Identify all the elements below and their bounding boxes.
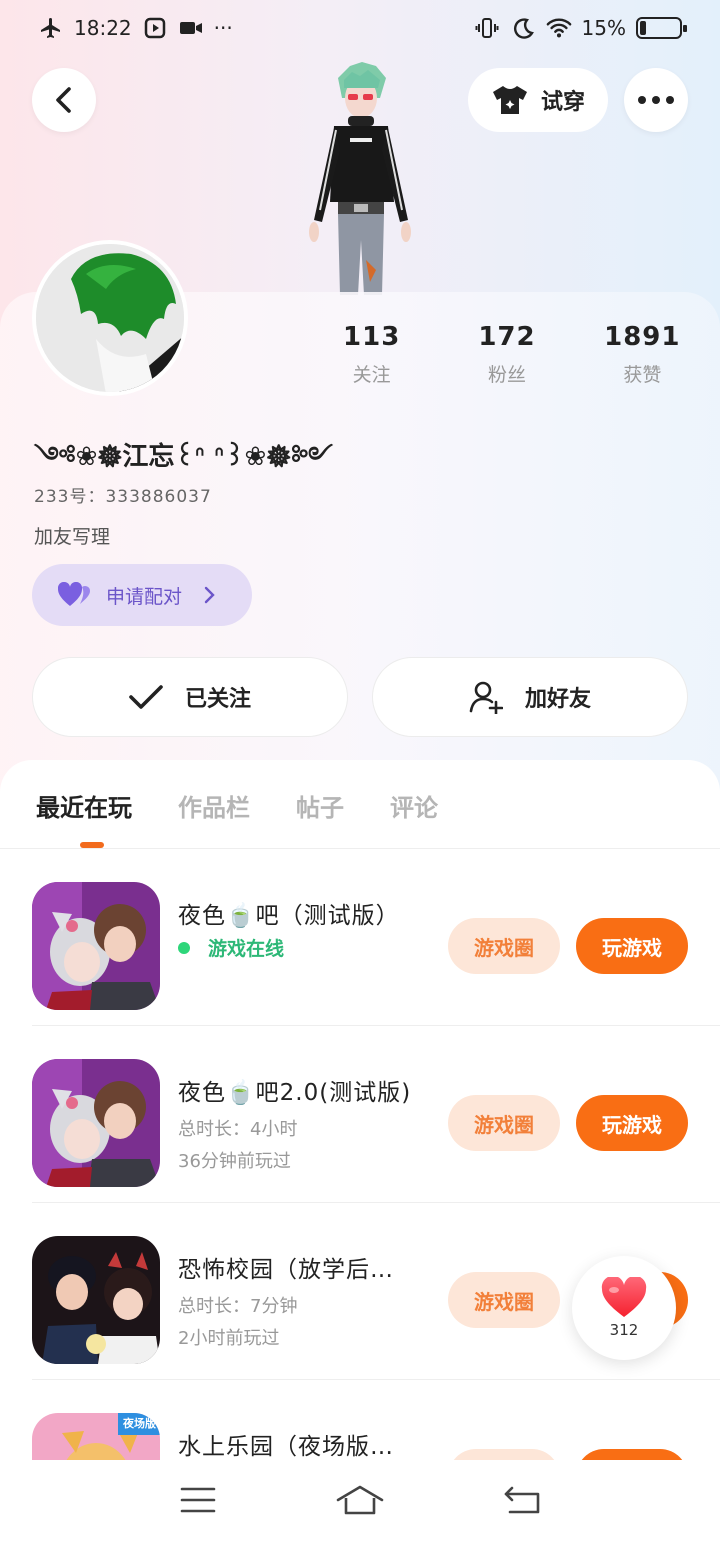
more-button[interactable] (624, 68, 688, 132)
back-button[interactable] (32, 68, 96, 132)
online-label: 游戏在线 (208, 938, 285, 960)
avatar-3d-figure (300, 60, 420, 295)
add-friend-button[interactable]: 加好友 (372, 657, 688, 737)
content-panel: 最近在玩 作品栏 帖子 评论 夜色🍵吧（测试版） 游戏在线 游戏圈 玩游戏 夜色… (0, 760, 720, 1544)
do-not-disturb-moon-icon (510, 16, 536, 40)
tab-comments[interactable]: 评论 (390, 788, 438, 823)
back-arrow-icon (56, 87, 71, 113)
try-on-button[interactable]: 试穿 (468, 68, 608, 132)
game-circle-button[interactable]: 游戏圈 (448, 918, 560, 974)
tshirt-icon (492, 86, 527, 114)
game-title: 水上乐园（夜场版… (178, 1434, 394, 1460)
game-title: 夜色🍵吧2.0(测试版) (178, 1080, 412, 1106)
battery-icon (636, 17, 687, 39)
game-badge: 夜场版 (123, 1417, 156, 1430)
tabs-divider (0, 848, 720, 849)
stat-likes-label: 获赞 (623, 364, 662, 386)
game-last-played: 36分钟前玩过 (178, 1151, 291, 1172)
system-nav-bar (0, 1460, 720, 1544)
apply-pair-label: 申请配对 (106, 585, 183, 608)
apply-pair-button[interactable]: 申请配对 (32, 564, 252, 626)
followed-button[interactable]: 已关注 (32, 657, 348, 737)
play-game-button[interactable]: 玩游戏 (576, 1095, 688, 1151)
video-notification-icon (178, 16, 204, 40)
battery-percent: 15% (581, 16, 626, 40)
like-float-button[interactable]: 312 (572, 1256, 676, 1360)
game-circle-button[interactable]: 游戏圈 (448, 1272, 560, 1328)
avatar[interactable] (32, 240, 188, 396)
game-circle-button[interactable]: 游戏圈 (448, 1095, 560, 1151)
game-icon[interactable] (32, 1236, 160, 1364)
game-online-status: 游戏在线 (178, 934, 284, 961)
game-duration: 总时长：7分钟 (178, 1296, 298, 1317)
row-divider (32, 1379, 720, 1380)
vibrate-icon (474, 16, 500, 40)
play-game-button[interactable]: 玩游戏 (576, 918, 688, 974)
home-icon[interactable] (336, 1484, 384, 1520)
game-icon[interactable] (32, 1059, 160, 1187)
add-friend-label: 加好友 (524, 687, 591, 712)
game-title: 恐怖校园（放学后… (178, 1257, 394, 1283)
game-row[interactable]: 夜色🍵吧2.0(测试版) 总时长：4小时 36分钟前玩过 游戏圈 玩游戏 (32, 1027, 720, 1203)
game-icon[interactable] (32, 882, 160, 1010)
user-id: 233号：333886037 (34, 487, 212, 507)
row-divider (32, 1202, 720, 1203)
more-dots-icon (638, 96, 674, 104)
add-user-icon (469, 681, 503, 714)
profile-stats: 113 关注 172 粉丝 1891 获赞 (304, 322, 710, 387)
row-divider (32, 1025, 720, 1026)
game-duration: 总时长：4小时 (178, 1119, 298, 1140)
stat-fans[interactable]: 172 粉丝 (439, 322, 574, 387)
game-row[interactable]: 夜色🍵吧（测试版） 游戏在线 游戏圈 玩游戏 (32, 850, 720, 1026)
status-time: 18:22 (74, 16, 132, 40)
like-count: 312 (609, 1321, 639, 1339)
chevron-right-icon (204, 586, 215, 604)
wifi-icon (546, 16, 572, 40)
stat-fans-value: 172 (478, 322, 536, 352)
check-icon (129, 685, 163, 709)
stat-fans-label: 粉丝 (487, 364, 526, 386)
status-bar: 18:22 ··· 15% (0, 0, 720, 56)
pair-hearts-icon (58, 582, 90, 606)
online-dot-icon (178, 941, 190, 954)
stat-likes[interactable]: 1891 获赞 (575, 322, 710, 387)
followed-label: 已关注 (184, 687, 251, 712)
stat-following-label: 关注 (352, 364, 391, 386)
bio: 加友写理 (34, 526, 111, 548)
game-last-played: 2小时前玩过 (178, 1328, 280, 1349)
try-on-label: 试穿 (540, 90, 585, 115)
stat-following[interactable]: 113 关注 (304, 322, 439, 387)
tab-posts[interactable]: 帖子 (296, 788, 344, 823)
profile-page: 18:22 ··· 15% 试穿 113 关注 172 粉丝 1891 获赞 ༺… (0, 0, 720, 1544)
stat-following-value: 113 (343, 322, 401, 352)
play-notification-icon (142, 16, 168, 40)
more-notifications-dots: ··· (213, 16, 233, 40)
menu-icon[interactable] (180, 1486, 216, 1518)
back-nav-icon[interactable] (504, 1486, 540, 1518)
airplane-mode-icon (38, 16, 64, 40)
game-title: 夜色🍵吧（测试版） (178, 903, 400, 929)
tab-bar: 最近在玩 作品栏 帖子 评论 (36, 788, 438, 823)
tab-works[interactable]: 作品栏 (178, 788, 250, 823)
stat-likes-value: 1891 (604, 322, 681, 352)
tab-recently-played[interactable]: 最近在玩 (36, 788, 132, 823)
heart-icon (601, 1277, 647, 1317)
